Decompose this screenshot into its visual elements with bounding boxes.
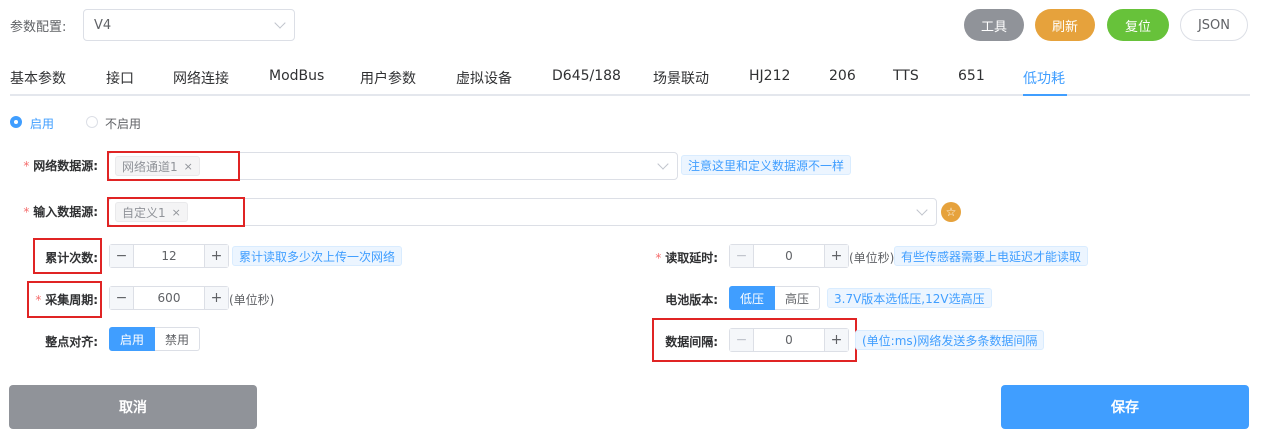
input-source-label: * 输入数据源: xyxy=(23,205,98,219)
minus-icon[interactable]: − xyxy=(110,287,134,309)
tools-button[interactable]: 工具 xyxy=(964,9,1024,41)
tab-virtual-device[interactable]: 虚拟设备 xyxy=(456,68,512,88)
tab-user-params[interactable]: 用户参数 xyxy=(360,68,416,88)
data-interval-value[interactable]: 0 xyxy=(754,329,824,351)
accum-count-hint: 累计读取多少次上传一次网络 xyxy=(232,246,403,266)
align-hour-label: 整点对齐: xyxy=(45,335,98,349)
read-delay-unit: (单位秒) xyxy=(849,251,895,265)
tab-interface[interactable]: 接口 xyxy=(106,68,134,88)
accum-count-value[interactable]: 12 xyxy=(134,245,204,267)
tab-tts[interactable]: TTS xyxy=(893,68,919,84)
radio-disable-label[interactable]: 不启用 xyxy=(105,115,141,132)
json-button[interactable]: JSON xyxy=(1180,9,1248,41)
tab-bar: 基本参数 接口 网络连接 ModBus 用户参数 虚拟设备 D645/188 场… xyxy=(10,60,1250,96)
chevron-down-icon xyxy=(657,158,669,170)
refresh-button-label: 刷新 xyxy=(1051,19,1078,35)
read-delay-label: * 读取延时: xyxy=(655,251,718,265)
tab-hj212[interactable]: HJ212 xyxy=(749,68,790,84)
minus-icon[interactable]: − xyxy=(730,329,754,351)
tab-d645[interactable]: D645/188 xyxy=(552,68,621,84)
net-source-label: * 网络数据源: xyxy=(23,159,98,173)
radio-disable[interactable] xyxy=(86,116,98,128)
collect-period-value[interactable]: 600 xyxy=(134,287,204,309)
plus-icon[interactable]: + xyxy=(204,245,228,267)
chevron-down-icon xyxy=(916,204,928,216)
plus-icon[interactable]: + xyxy=(824,245,848,267)
star-icon[interactable]: ☆ xyxy=(941,202,961,222)
minus-icon[interactable]: − xyxy=(730,245,754,267)
active-tab-indicator xyxy=(1023,94,1067,96)
radio-enable-label[interactable]: 启用 xyxy=(30,115,54,132)
data-interval-hint: (单位:ms)网络发送多条数据间隔 xyxy=(855,330,1045,350)
read-delay-value[interactable]: 0 xyxy=(754,245,824,267)
data-interval-stepper[interactable]: − 0 + xyxy=(729,328,849,352)
align-disable-option[interactable]: 禁用 xyxy=(155,327,201,351)
refresh-button[interactable]: 刷新 xyxy=(1035,9,1095,41)
tab-206[interactable]: 206 xyxy=(829,68,856,84)
highlight-box xyxy=(27,281,102,318)
highlight-box xyxy=(107,151,240,181)
collect-period-stepper[interactable]: − 600 + xyxy=(109,286,229,310)
tab-low-power[interactable]: 低功耗 xyxy=(1023,68,1065,88)
highlight-box xyxy=(33,238,102,274)
battery-high-option[interactable]: 高压 xyxy=(775,286,821,310)
battery-version-hint: 3.7V版本选低压,12V选高压 xyxy=(827,288,992,308)
save-button-label: 保存 xyxy=(1111,400,1139,416)
read-delay-hint: 有些传感器需要上电延迟才能读取 xyxy=(894,246,1089,266)
align-enable-option[interactable]: 启用 xyxy=(109,327,156,351)
battery-version-label: 电池版本: xyxy=(665,293,718,307)
config-label: 参数配置: xyxy=(10,20,67,35)
plus-icon[interactable]: + xyxy=(204,287,228,309)
collect-period-unit: (单位秒) xyxy=(229,293,275,307)
tab-modbus[interactable]: ModBus xyxy=(269,68,324,84)
reset-button[interactable]: 复位 xyxy=(1107,9,1169,41)
minus-icon[interactable]: − xyxy=(110,245,134,267)
net-source-hint: 注意这里和定义数据源不一样 xyxy=(681,155,852,175)
align-hour-toggle: 启用 禁用 xyxy=(109,327,201,351)
json-button-label: JSON xyxy=(1197,17,1231,33)
cancel-button-label: 取消 xyxy=(119,400,147,416)
radio-enable[interactable] xyxy=(10,116,22,128)
plus-icon[interactable]: + xyxy=(824,329,848,351)
tab-network[interactable]: 网络连接 xyxy=(173,68,229,88)
highlight-box xyxy=(107,197,245,227)
accum-count-stepper[interactable]: − 12 + xyxy=(109,244,229,268)
battery-version-toggle: 低压 高压 xyxy=(729,286,821,310)
save-button[interactable]: 保存 xyxy=(1001,385,1249,429)
config-select[interactable]: V4 xyxy=(83,9,295,41)
tools-button-label: 工具 xyxy=(980,19,1007,35)
config-select-value: V4 xyxy=(94,17,112,33)
tab-basic[interactable]: 基本参数 xyxy=(10,68,66,88)
read-delay-stepper[interactable]: − 0 + xyxy=(729,244,849,268)
chevron-down-icon xyxy=(274,17,286,29)
tab-651[interactable]: 651 xyxy=(958,68,985,84)
battery-low-option[interactable]: 低压 xyxy=(729,286,776,310)
tab-scene[interactable]: 场景联动 xyxy=(653,68,709,88)
cancel-button[interactable]: 取消 xyxy=(9,385,257,429)
reset-button-label: 复位 xyxy=(1124,19,1151,35)
